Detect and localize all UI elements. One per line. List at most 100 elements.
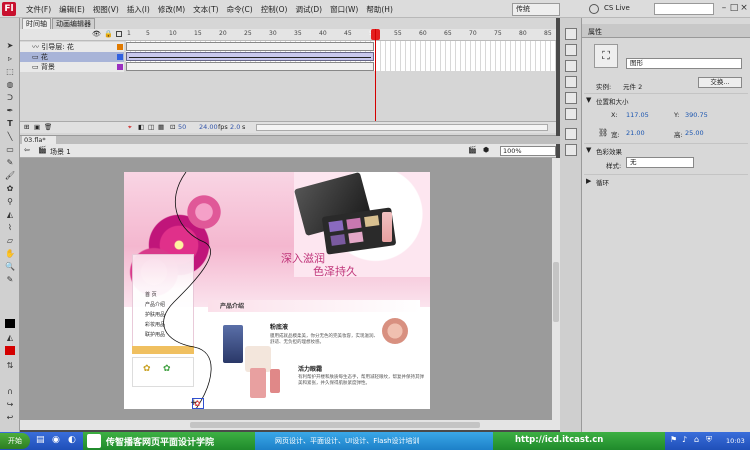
- new-folder-icon[interactable]: ▣: [34, 122, 40, 133]
- cslive-icon[interactable]: [589, 4, 599, 14]
- new-layer-icon[interactable]: ⊞: [24, 122, 29, 133]
- delete-layer-icon[interactable]: 🗑: [44, 122, 52, 133]
- snap-to-objects-icon[interactable]: ∩: [4, 386, 16, 397]
- current-frame-readout[interactable]: 50: [178, 122, 186, 133]
- w-value[interactable]: 21.00: [626, 129, 645, 137]
- components-panel-icon[interactable]: [565, 128, 577, 140]
- section-toggle-icon[interactable]: ▼: [586, 146, 591, 154]
- menu-debug[interactable]: 调试(D): [295, 4, 322, 15]
- help-search-input[interactable]: [654, 3, 714, 15]
- tray-icon[interactable]: ⌂: [694, 435, 699, 444]
- eraser-tool-icon[interactable]: ▱: [4, 235, 16, 246]
- brush-tool-icon[interactable]: 🖌: [4, 170, 16, 181]
- eye-icon[interactable]: 👁: [92, 30, 101, 38]
- edit-scene-icon[interactable]: 🎬: [468, 146, 477, 154]
- color-style-select[interactable]: 无: [626, 157, 694, 168]
- playhead-line[interactable]: [375, 29, 376, 124]
- onion-skin-icon[interactable]: ◧: [138, 122, 144, 133]
- rectangle-tool-icon[interactable]: ▭: [4, 144, 16, 155]
- background-frames-span[interactable]: [126, 62, 374, 71]
- free-transform-tool-icon[interactable]: ⬚: [4, 66, 16, 77]
- start-button[interactable]: 开始: [0, 433, 30, 449]
- bone-tool-icon[interactable]: ⚲: [4, 196, 16, 207]
- menu-modify[interactable]: 修改(M): [158, 4, 185, 15]
- layer-row-background[interactable]: ▭ 背景: [20, 62, 124, 72]
- selection-tool-icon[interactable]: ➤: [4, 40, 16, 51]
- motion-presets-icon[interactable]: [565, 144, 577, 156]
- h-value[interactable]: 25.00: [685, 129, 704, 137]
- section-looping[interactable]: 循环: [596, 177, 609, 187]
- brand-url[interactable]: http://icd.itcast.cn: [515, 435, 603, 445]
- tab-properties[interactable]: 属性: [588, 27, 602, 37]
- onion-outline-icon[interactable]: ◫: [148, 122, 154, 133]
- transform-panel-icon[interactable]: [565, 92, 577, 104]
- section-position-size[interactable]: 位置和大小: [596, 96, 629, 106]
- swap-colors-icon[interactable]: ⇅: [4, 360, 16, 371]
- maximize-icon[interactable]: □: [729, 3, 739, 13]
- menu-edit[interactable]: 编辑(E): [59, 4, 85, 15]
- zoom-tool-icon[interactable]: 🔍: [4, 261, 16, 272]
- tray-icon[interactable]: ⛨: [706, 435, 712, 445]
- menu-commands[interactable]: 命令(C): [227, 4, 253, 15]
- lasso-tool-icon[interactable]: ᑐ: [4, 92, 16, 103]
- tab-timeline[interactable]: 时间轴: [22, 18, 51, 29]
- eyedropper-tool-icon[interactable]: ⌇: [4, 222, 16, 233]
- fps-readout[interactable]: 24.00: [199, 122, 218, 133]
- browser-icon[interactable]: ◉: [52, 435, 60, 445]
- edit-symbols-icon[interactable]: ⬢: [483, 146, 489, 154]
- stroke-color-icon[interactable]: ✎: [4, 274, 16, 285]
- library-panel-icon[interactable]: [565, 108, 577, 120]
- layer-row-flower[interactable]: ▭ 花: [20, 52, 124, 62]
- outline-icon[interactable]: [116, 31, 122, 37]
- onion-markers-icon[interactable]: ⊡: [170, 122, 175, 133]
- menu-view[interactable]: 视图(V): [93, 4, 119, 15]
- fill-color-icon[interactable]: ◭: [4, 332, 16, 343]
- edit-multiple-icon[interactable]: ▦: [158, 122, 164, 133]
- stage-vscrollbar[interactable]: [552, 158, 560, 420]
- hand-tool-icon[interactable]: ✋: [4, 248, 16, 259]
- subselection-tool-icon[interactable]: ▹: [4, 53, 16, 64]
- 3d-rotation-tool-icon[interactable]: ◍: [4, 79, 16, 90]
- stage[interactable]: 深入滋润 色泽持久 首 页 产品介绍 护肤用品 彩妆用品 联护用品 ✿ ✿ 产品…: [124, 172, 430, 409]
- layer-name[interactable]: 背景: [41, 63, 55, 71]
- section-toggle-icon[interactable]: ▼: [586, 96, 591, 104]
- swatches-panel-icon[interactable]: [565, 44, 577, 56]
- y-value[interactable]: 390.75: [685, 111, 708, 119]
- fill-color-swatch[interactable]: [5, 346, 15, 355]
- center-frame-icon[interactable]: ⌖: [128, 122, 132, 133]
- back-arrow-icon[interactable]: ⇦: [24, 146, 30, 154]
- pen-tool-icon[interactable]: ✒: [4, 105, 16, 116]
- vscroll-thumb[interactable]: [553, 262, 559, 322]
- tray-icon[interactable]: ⚑: [670, 435, 677, 444]
- straighten-icon[interactable]: ↩: [4, 412, 16, 423]
- menu-window[interactable]: 窗口(W): [330, 4, 358, 15]
- panel-divider[interactable]: [20, 136, 560, 144]
- document-tab[interactable]: 03.fla*: [22, 136, 56, 144]
- paint-bucket-tool-icon[interactable]: ◭: [4, 209, 16, 220]
- tab-motion-editor[interactable]: 动画编辑器: [52, 18, 95, 29]
- hscroll-thumb[interactable]: [190, 422, 480, 428]
- motion-guide-path[interactable]: [124, 172, 430, 409]
- smooth-icon[interactable]: ↪: [4, 399, 16, 410]
- line-tool-icon[interactable]: ╲: [4, 131, 16, 142]
- explorer-icon[interactable]: ▤: [36, 435, 45, 445]
- menu-text[interactable]: 文本(T): [193, 4, 218, 15]
- motion-tween-span[interactable]: [126, 52, 374, 61]
- info-panel-icon[interactable]: [565, 76, 577, 88]
- layer-row-guide[interactable]: 〰 引导层: 花: [20, 42, 124, 52]
- scene-name[interactable]: 场景 1: [50, 147, 71, 157]
- tray-icon[interactable]: ♪: [682, 435, 687, 444]
- link-proportions-icon[interactable]: ⛓: [598, 128, 608, 137]
- close-icon[interactable]: ×: [739, 3, 749, 13]
- menu-help[interactable]: 帮助(H): [366, 4, 393, 15]
- menu-control[interactable]: 控制(O): [261, 4, 288, 15]
- section-color-effect[interactable]: 色彩效果: [596, 146, 622, 156]
- deco-tool-icon[interactable]: ✿: [4, 183, 16, 194]
- stage-hscrollbar[interactable]: [20, 420, 560, 430]
- minimize-icon[interactable]: –: [719, 3, 729, 13]
- section-toggle-icon[interactable]: ▶: [586, 177, 591, 185]
- stroke-color-swatch[interactable]: [5, 319, 15, 328]
- firefox-icon[interactable]: ◐: [68, 435, 76, 445]
- cslive-label[interactable]: CS Live: [604, 4, 630, 12]
- symbol-type-select[interactable]: 图形: [626, 58, 742, 69]
